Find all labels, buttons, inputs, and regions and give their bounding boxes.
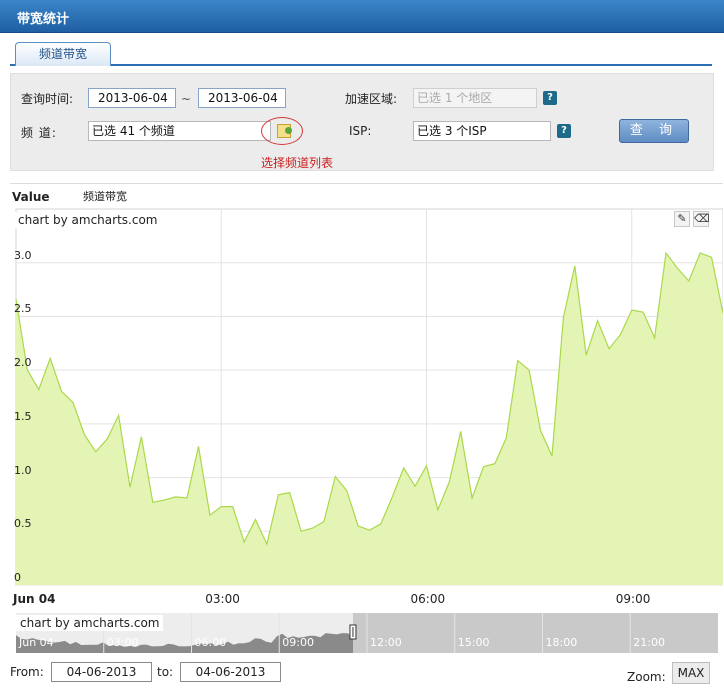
scrollbar-tick-label: 15:00	[458, 636, 490, 649]
scrollbar-tick-label: 03:00	[107, 636, 139, 649]
isp-label: ISP:	[349, 124, 372, 138]
to-date-input[interactable]: 04-06-2013	[180, 662, 281, 682]
chart-credit: chart by amcharts.com	[14, 212, 162, 228]
eraser-icon[interactable]: ⌫	[693, 211, 710, 227]
chart-plot-svg	[15, 208, 723, 586]
region-field: 已选 1 个地区	[413, 88, 537, 108]
scrollbar-tick-label: 18:00	[546, 636, 578, 649]
y-tick-label: 1.0	[14, 463, 32, 477]
date-range-separator: ~	[181, 92, 192, 106]
x-tick-label: 03:00	[205, 592, 240, 606]
window-titlebar: 带宽统计	[0, 0, 724, 33]
from-date-input[interactable]: 04-06-2013	[51, 662, 152, 682]
zoom-max-button[interactable]: MAX	[672, 662, 710, 684]
from-label: From:	[10, 665, 44, 679]
y-tick-label: 1.5	[14, 409, 32, 423]
scrollbar-tick-label: Jun 04	[18, 636, 54, 649]
help-icon[interactable]: ?	[543, 91, 557, 105]
y-tick-label: 3.0	[14, 248, 32, 262]
query-panel: 查询时间: 2013-06-04 ~ 2013-06-04 加速区域: 已选 1…	[10, 73, 714, 171]
bandwidth-chart: Value 频道带宽 chart by amcharts.com ✎ ⌫ Jun…	[10, 183, 723, 690]
scrollbar-tick-label: 21:00	[633, 636, 665, 649]
x-tick-label: 09:00	[615, 592, 651, 606]
zoom-label: Zoom:	[627, 670, 666, 684]
chart-scrollbar[interactable]: Jun 04 03:00 06:00 09:00 12:00 15:00 18:00 21:0…	[16, 613, 718, 653]
y-tick-label: 2.0	[14, 356, 32, 370]
scrollbar-tick-label: 06:00	[195, 636, 227, 649]
region-label: 加速区域:	[345, 92, 398, 106]
isp-field[interactable]: 已选 3 个ISP	[413, 121, 551, 141]
scrollbar-credit: chart by amcharts.com	[16, 615, 164, 631]
help-icon[interactable]: ?	[557, 124, 571, 138]
y-tick-label: 2.5	[14, 302, 32, 316]
y-tick-label: 0.5	[14, 517, 32, 531]
scrollbar-tick-label: 12:00	[370, 636, 402, 649]
tab-channel-bandwidth[interactable]: 频道带宽	[15, 42, 111, 66]
channel-label: 频 道:	[21, 126, 57, 140]
start-date-input[interactable]: 2013-06-04	[88, 88, 176, 108]
pencil-icon[interactable]: ✎	[674, 211, 690, 227]
channel-field[interactable]: 已选 41 个频道	[88, 121, 271, 141]
channel-list-hint: 选择频道列表	[261, 156, 334, 170]
to-label: to:	[157, 665, 174, 679]
x-tick-label: 06:00	[410, 592, 446, 606]
y-tick-label: 0	[14, 571, 21, 584]
x-tick-label: Jun 04	[13, 592, 56, 606]
query-time-label: 查询时间:	[21, 92, 74, 106]
scrollbar-tick-label: 09:00	[282, 636, 314, 649]
window-title: 带宽统计	[17, 12, 70, 27]
list-picker-icon[interactable]	[277, 124, 292, 138]
search-button[interactable]: 查 询	[619, 119, 689, 143]
end-date-input[interactable]: 2013-06-04	[198, 88, 286, 108]
tab-strip: 频道带宽	[10, 42, 712, 66]
